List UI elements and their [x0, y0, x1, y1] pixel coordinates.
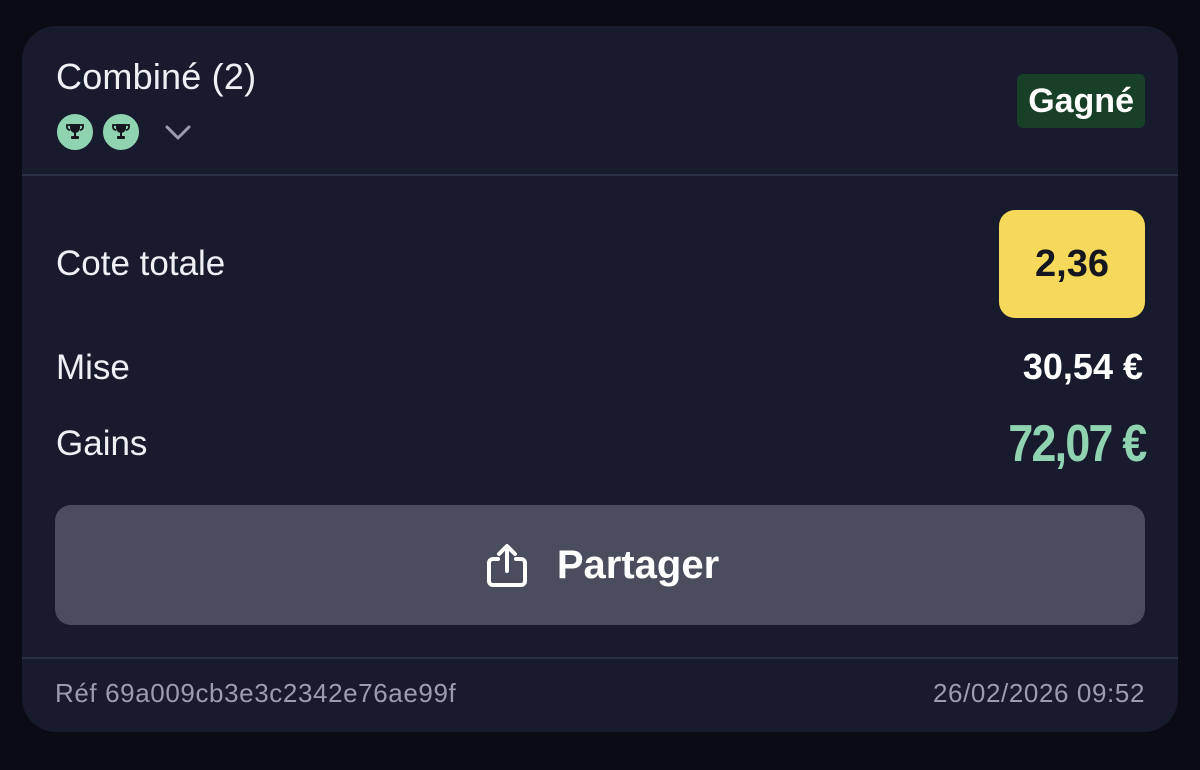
bet-title: Combiné (2)	[56, 56, 257, 97]
bet-datetime: 26/02/2026 09:52	[932, 678, 1145, 708]
trophy-icon	[55, 112, 95, 152]
share-icon	[486, 544, 527, 587]
stake-value: 30,54 €	[1022, 346, 1143, 387]
chevron-down-icon[interactable]	[163, 117, 193, 147]
footer-divider	[22, 657, 1178, 659]
bet-reference: Réf 69a009cb3e3c2342e76ae99f	[55, 678, 457, 708]
bet-card: Combiné (2) Gagné Cote totale 2,36 Mise …	[22, 26, 1178, 732]
header-divider	[22, 174, 1178, 176]
trophy-icon	[101, 112, 141, 152]
stake-label: Mise	[56, 348, 130, 387]
total-odds-value: 2,36	[999, 210, 1145, 318]
selection-indicators	[55, 112, 193, 152]
gains-label: Gains	[56, 424, 148, 463]
gains-value: 72,07 €	[1007, 415, 1147, 473]
status-badge: Gagné	[1017, 74, 1145, 128]
odds-label: Cote totale	[56, 244, 226, 283]
bet-header: Combiné (2) Gagné	[22, 26, 1178, 176]
share-button[interactable]: Partager	[55, 505, 1145, 625]
share-label: Partager	[556, 542, 720, 587]
